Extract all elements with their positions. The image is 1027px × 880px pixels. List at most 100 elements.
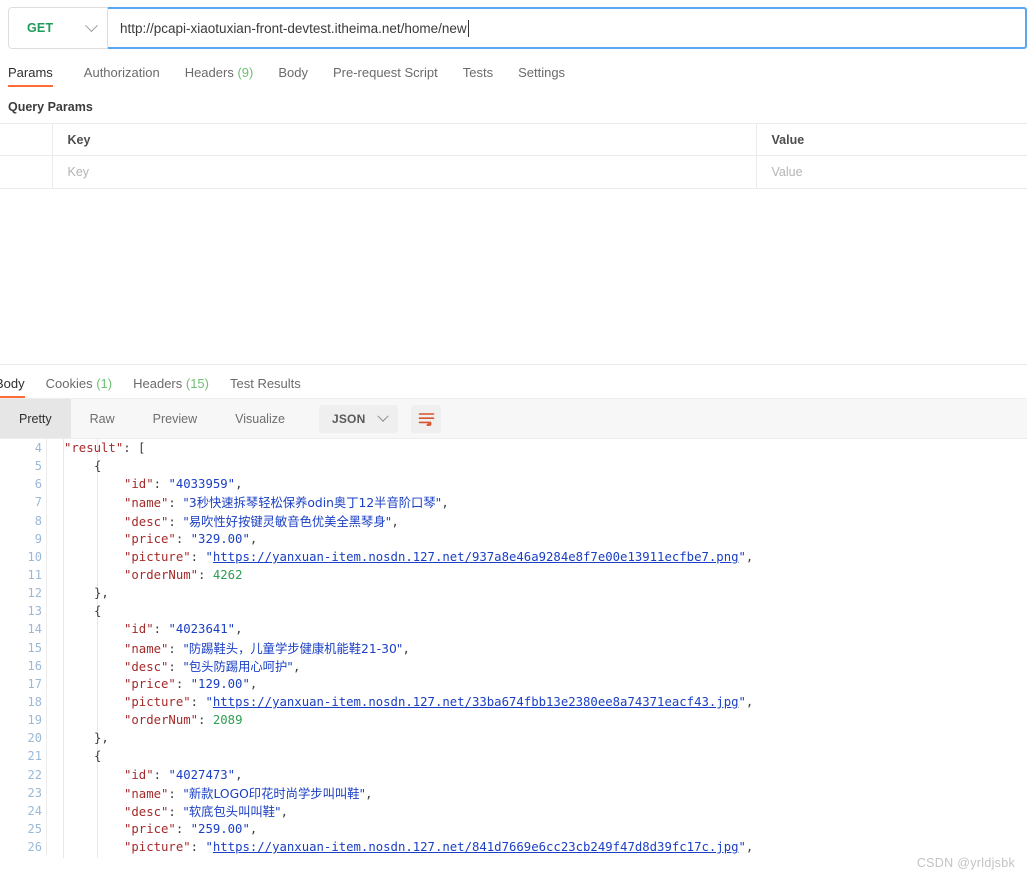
view-mode-preview[interactable]: Preview (134, 399, 216, 439)
tab-label: Cookies (45, 376, 93, 391)
request-tab-settings[interactable]: Settings (518, 65, 578, 87)
code-line-content: "desc": "易吹性好按键灵敏音色优美全黑琴身", (47, 512, 399, 530)
param-key-input[interactable]: Key (51, 155, 757, 189)
token-str: "4023641" (168, 622, 236, 637)
row-checkbox-cell[interactable] (0, 155, 53, 189)
request-tab-authorization[interactable]: Authorization (84, 65, 173, 87)
token-pun: , (745, 549, 754, 564)
code-line-content: "name": "防踢鞋头，儿童学步健康机能鞋21-30", (47, 639, 410, 657)
token-str: " (738, 840, 746, 855)
token-str: "4027473" (168, 767, 236, 782)
code-line: 8 "desc": "易吹性好按键灵敏音色优美全黑琴身", (0, 511, 1027, 530)
token-pun: : (198, 568, 213, 583)
code-line-content: "name": "新款LOGO印花时尚学步叫叫鞋", (47, 784, 373, 802)
response-tab-test-results[interactable]: Test Results (230, 376, 301, 398)
line-number: 17 (27, 676, 42, 691)
query-params-title: Query Params (8, 100, 93, 114)
token-str: "4033959" (168, 477, 236, 492)
token-pun: , (249, 822, 258, 837)
token-key: "desc" (124, 659, 169, 674)
request-tab-params[interactable]: Params (8, 65, 66, 87)
code-line-content: "price": "129.00", (47, 677, 257, 691)
request-tab-pre-request-script[interactable]: Pre-request Script (333, 65, 451, 87)
code-line: 6 "id": "4033959", (0, 475, 1027, 494)
tab-label: Settings (518, 65, 566, 80)
request-tab-body[interactable]: Body (278, 65, 321, 87)
token-pun: }, (94, 731, 109, 746)
token-pun: : (153, 622, 169, 637)
token-num: 4262 (212, 568, 243, 583)
token-pun: , (280, 804, 289, 819)
token-pun: : (168, 786, 184, 801)
response-tab-cookies[interactable]: Cookies (1) (46, 376, 112, 398)
token-pun: , (402, 641, 410, 656)
token-str: " (205, 695, 213, 710)
response-body-code-viewer[interactable]: 4 "result": [5{6 "id": "4033959", 7 "name": … (0, 438, 1027, 858)
token-pun: , (745, 695, 754, 710)
line-number: 11 (27, 568, 42, 583)
http-method-label: GET (27, 21, 54, 35)
token-pun: : [ (123, 441, 146, 456)
token-str: " (738, 549, 746, 564)
code-line: 19 "orderNum": 2089 (0, 711, 1027, 730)
param-value-input[interactable]: Value (755, 155, 1027, 189)
view-mode-pretty[interactable]: Pretty (0, 398, 71, 439)
response-tab-body[interactable]: Body (0, 376, 25, 398)
token-link[interactable]: https://yanxuan-item.nosdn.127.net/841d7… (213, 840, 739, 854)
response-format-label: JSON (331, 411, 366, 426)
line-number: 9 (34, 531, 42, 546)
column-header-value: Value (755, 123, 1027, 156)
token-link[interactable]: https://yanxuan-item.nosdn.127.net/937a8… (213, 550, 739, 564)
line-number: 22 (27, 767, 42, 782)
code-line-content: "picture": "https://yanxuan-item.nosdn.1… (47, 840, 753, 854)
code-line-content: "id": "4023641", (47, 622, 242, 636)
token-pun: , (235, 622, 243, 637)
view-mode-raw[interactable]: Raw (71, 399, 134, 439)
http-method-select[interactable]: GET (8, 7, 108, 49)
column-header-key: Key (51, 123, 757, 156)
token-str: "包头防踢用心呵护" (183, 659, 293, 674)
code-line-content: "picture": "https://yanxuan-item.nosdn.1… (47, 550, 753, 564)
token-key: "picture" (124, 695, 191, 710)
token-pun: : (168, 641, 184, 656)
code-line-content: "result": [ (47, 441, 145, 455)
code-line-content: { (47, 749, 101, 763)
line-number: 26 (27, 840, 42, 855)
token-pun: , (292, 659, 301, 674)
token-pun: : (168, 804, 184, 819)
request-url-input[interactable]: http://pcapi-xiaotuxian-front-devtest.it… (108, 7, 1027, 49)
token-pun: , (391, 514, 399, 529)
token-key: "id" (124, 622, 154, 637)
view-mode-label: Pretty (19, 411, 52, 426)
line-number: 19 (27, 713, 42, 728)
token-key: "result" (64, 441, 124, 456)
request-url-bar: GET http://pcapi-xiaotuxian-front-devtes… (8, 7, 1027, 49)
response-tab-headers[interactable]: Headers (15) (133, 376, 209, 398)
token-str: "易吹性好按键灵敏音色优美全黑琴身" (183, 514, 392, 529)
token-pun: : (198, 713, 213, 728)
code-line: 18 "picture": "https://yanxuan-item.nosdn… (0, 692, 1027, 712)
token-str: "3秒快速拆琴轻松保养odin奥丁12半音阶口琴" (183, 496, 442, 511)
code-line-content: "price": "259.00", (47, 822, 257, 836)
request-tab-tests[interactable]: Tests (463, 65, 506, 87)
line-number: 23 (27, 785, 42, 800)
code-line: 17 "price": "129.00", (0, 674, 1027, 693)
tab-count-badge: (9) (233, 65, 254, 80)
code-line: 20}, (0, 729, 1027, 748)
code-line: 23 "name": "新款LOGO印花时尚学步叫叫鞋", (0, 783, 1027, 802)
token-str: "129.00" (190, 676, 250, 691)
tab-count-badge: (1) (92, 376, 113, 391)
response-format-select[interactable]: JSON (318, 404, 399, 433)
request-tab-headers[interactable]: Headers (9) (185, 65, 267, 87)
token-pun: { (94, 459, 102, 474)
code-line-content: "price": "329.00", (47, 532, 257, 546)
code-line: 5{ (0, 457, 1027, 476)
view-mode-visualize[interactable]: Visualize (216, 399, 304, 439)
watermark: CSDN @yrldjsbk (916, 856, 1015, 870)
token-key: "id" (124, 477, 154, 492)
token-pun: , (745, 840, 754, 855)
wrap-lines-button[interactable] (411, 404, 442, 433)
code-line-content: "picture": "https://yanxuan-item.nosdn.1… (47, 695, 753, 709)
code-line: 13 { (0, 602, 1027, 621)
token-link[interactable]: https://yanxuan-item.nosdn.127.net/33ba6… (213, 695, 739, 709)
